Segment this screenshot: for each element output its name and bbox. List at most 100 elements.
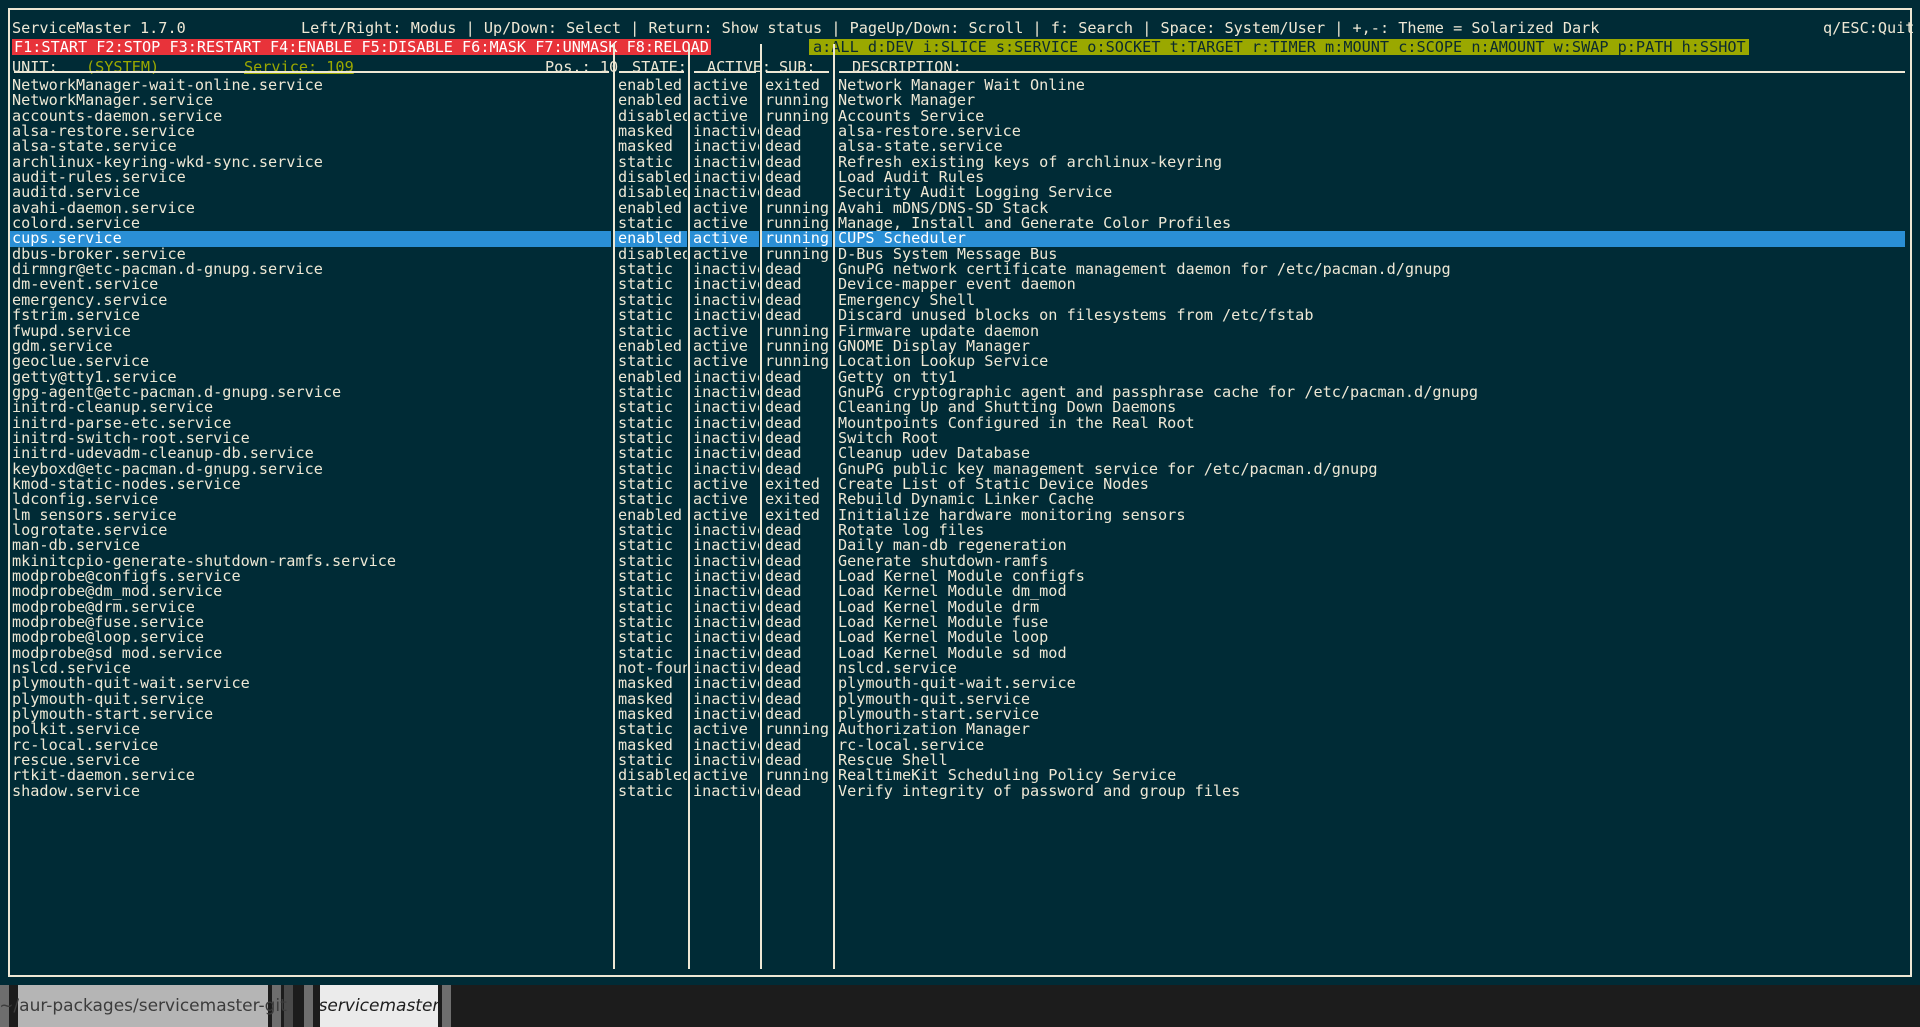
table-row[interactable]: mkinitcpio-generate-shutdown-ramfs.servi… [10, 554, 1910, 569]
table-row[interactable]: rtkit-daemon.service disabled active runnin… [10, 768, 1910, 783]
cell-state: not-found [618, 661, 687, 677]
cell-sub: dead [765, 415, 802, 431]
cell-unit: auditd.service [12, 185, 141, 201]
table-row[interactable]: logrotate.service static inactive dead Rotat… [10, 523, 1910, 538]
table-row[interactable]: accounts-daemon.service disabled active run… [10, 109, 1910, 124]
table-row[interactable]: auditd.service disabled inactive dead Securi… [10, 185, 1910, 200]
cell-unit: modprobe@loop.service [12, 630, 205, 646]
cell-state: enabled [615, 231, 687, 247]
table-row[interactable]: initrd-parse-etc.service static inactive de… [10, 416, 1910, 431]
cell-unit: rc-local.service [12, 737, 159, 754]
cell-active: inactive [693, 154, 759, 171]
table-row[interactable]: audit-rules.service disabled inactive dead L… [10, 170, 1910, 185]
table-row[interactable]: modprobe@fuse.service static inactive dead L… [10, 615, 1910, 630]
cell-state: static [618, 262, 673, 278]
cell-active: inactive [693, 369, 759, 385]
cell-description: alsa-restore.service [838, 124, 1021, 140]
cell-description: plymouth-start.service [838, 707, 1040, 723]
table-row[interactable]: emergency.service static inactive dead Emerg… [10, 293, 1910, 308]
header-rule-active [694, 71, 756, 73]
taskbar-grip-right[interactable] [442, 985, 451, 1027]
table-row[interactable]: polkit.service static active running Authori… [10, 722, 1910, 737]
table-row[interactable]: kmod-static-nodes.service static active exi… [10, 477, 1910, 492]
cell-sub: running [765, 722, 830, 738]
taskbar-item-servicemaster[interactable]: servicemaster [319, 985, 439, 1027]
table-row[interactable]: nslcd.service not-found inactive dead nslcd.… [10, 661, 1910, 676]
cell-sub: dead [765, 170, 802, 186]
cell-state: enabled [618, 200, 683, 217]
cell-description: Rebuild Dynamic Linker Cache [838, 492, 1095, 508]
table-row[interactable]: dm-event.service static inactive dead Device… [10, 277, 1910, 292]
column-header-state[interactable]: STATE: [632, 59, 687, 76]
cell-active: active [693, 722, 748, 738]
cell-state: static [618, 354, 673, 370]
cell-description: GNOME Display Manager [838, 338, 1031, 355]
table-row[interactable]: NetworkManager-wait-online.service enable… [10, 78, 1910, 93]
table-row[interactable]: alsa-state.service masked inactive dead alsa… [10, 139, 1910, 154]
table-row[interactable]: man-db.service static inactive dead Daily ma… [10, 538, 1910, 553]
app-title: ServiceMaster 1.7.0 [12, 19, 186, 37]
cell-sub: dead [765, 569, 802, 585]
cell-description: Create List of Static Device Nodes [838, 476, 1149, 493]
table-row[interactable]: plymouth-quit-wait.service masked inactive… [10, 676, 1910, 691]
cell-sub: dead [765, 446, 802, 462]
table-row[interactable]: gdm.service enabled active running GNOME Dis… [10, 339, 1910, 354]
cell-unit: nslcd.service [12, 661, 131, 677]
table-row[interactable]: initrd-udevadm-cleanup-db.service static i… [10, 446, 1910, 461]
cell-description: Accounts Service [838, 108, 985, 125]
cell-active: inactive [693, 599, 759, 616]
cell-unit: fstrim.service [12, 308, 141, 324]
column-header-description[interactable]: DESCRIPTION: [852, 59, 962, 76]
unit-type-filter-bar[interactable]: a:ALL d:DEV i:SLICE s:SERVICE o:SOCKET t… [809, 39, 1749, 55]
cell-active: inactive [693, 691, 759, 708]
table-row[interactable]: shadow.service static inactive dead Verify i… [10, 784, 1910, 799]
table-row[interactable]: NetworkManager.service enabled active runni… [10, 93, 1910, 108]
cell-state: static [618, 476, 673, 493]
cell-active: active [693, 768, 748, 784]
table-row[interactable]: fstrim.service static inactive dead Discard … [10, 308, 1910, 323]
cell-state: static [618, 384, 673, 401]
cell-sub: dead [765, 139, 802, 155]
table-row[interactable]: modprobe@dm_mod.service static inactive dea… [10, 584, 1910, 599]
table-row[interactable]: initrd-switch-root.service static inactive… [10, 431, 1910, 446]
table-row[interactable]: dirmngr@etc-pacman.d-gnupg.service static… [10, 262, 1910, 277]
cell-active: inactive [693, 277, 759, 293]
table-row[interactable]: initrd-cleanup.service static inactive dead… [10, 400, 1910, 415]
unit-list[interactable]: NetworkManager-wait-online.service enable… [10, 78, 1910, 968]
table-row[interactable]: keyboxd@etc-pacman.d-gnupg.service static… [10, 462, 1910, 477]
table-row[interactable]: lm_sensors.service enabled active exited Ini… [10, 508, 1910, 523]
cell-state: static [618, 553, 673, 569]
table-row[interactable]: colord.service static active running Manage,… [10, 216, 1910, 231]
table-row[interactable]: getty@tty1.service enabled inactive dead Get… [10, 370, 1910, 385]
function-key-bar[interactable]: F1:START F2:STOP F3:RESTART F4:ENABLE F5… [12, 39, 711, 55]
table-row[interactable]: rc-local.service masked inactive dead rc-loc… [10, 738, 1910, 753]
table-row[interactable]: plymouth-start.service masked inactive dead… [10, 707, 1910, 722]
cell-unit: rtkit-daemon.service [12, 768, 195, 784]
column-header-sub[interactable]: SUB: [779, 59, 816, 76]
cell-unit: dm-event.service [12, 277, 159, 293]
table-row[interactable]: cups.service enabled active running CUPS Sch… [10, 231, 1910, 247]
table-row[interactable]: modprobe@configfs.service static inactive d… [10, 569, 1910, 584]
table-row[interactable]: modprobe@sd_mod.service static inactive dea… [10, 646, 1910, 661]
cell-unit: dirmngr@etc-pacman.d-gnupg.service [12, 262, 323, 278]
table-row[interactable]: plymouth-quit.service masked inactive dead p… [10, 692, 1910, 707]
table-row[interactable]: rescue.service static inactive dead Rescue S… [10, 753, 1910, 768]
table-row[interactable]: ldconfig.service static active exited Rebuil… [10, 492, 1910, 507]
taskbar-grip-mid3[interactable] [304, 985, 313, 1027]
table-row[interactable]: modprobe@drm.service static inactive dead Lo… [10, 600, 1910, 615]
taskbar-item-terminal[interactable]: ~/aur-packages/servicemaster-git [0, 985, 287, 1027]
cell-description: GnuPG network certificate management dae… [838, 262, 1451, 278]
table-row[interactable]: gpg-agent@etc-pacman.d-gnupg.service stat… [10, 385, 1910, 400]
cell-description: Load Kernel Module loop [838, 630, 1049, 646]
cell-sub: dead [765, 691, 802, 708]
table-row[interactable]: dbus-broker.service disabled active running… [10, 247, 1910, 262]
table-row[interactable]: geoclue.service static active running Locati… [10, 354, 1910, 369]
table-row[interactable]: avahi-daemon.service enabled active running… [10, 201, 1910, 216]
table-row[interactable]: alsa-restore.service masked inactive dead al… [10, 124, 1910, 139]
table-row[interactable]: fwupd.service static active running Firmware… [10, 324, 1910, 339]
cell-description: Generate shutdown-ramfs [838, 553, 1049, 569]
table-row[interactable]: modprobe@loop.service static inactive dead L… [10, 630, 1910, 645]
table-row[interactable]: archlinux-keyring-wkd-sync.service static… [10, 155, 1910, 170]
cell-state: static [618, 308, 673, 324]
cell-state: disabled [618, 185, 687, 201]
